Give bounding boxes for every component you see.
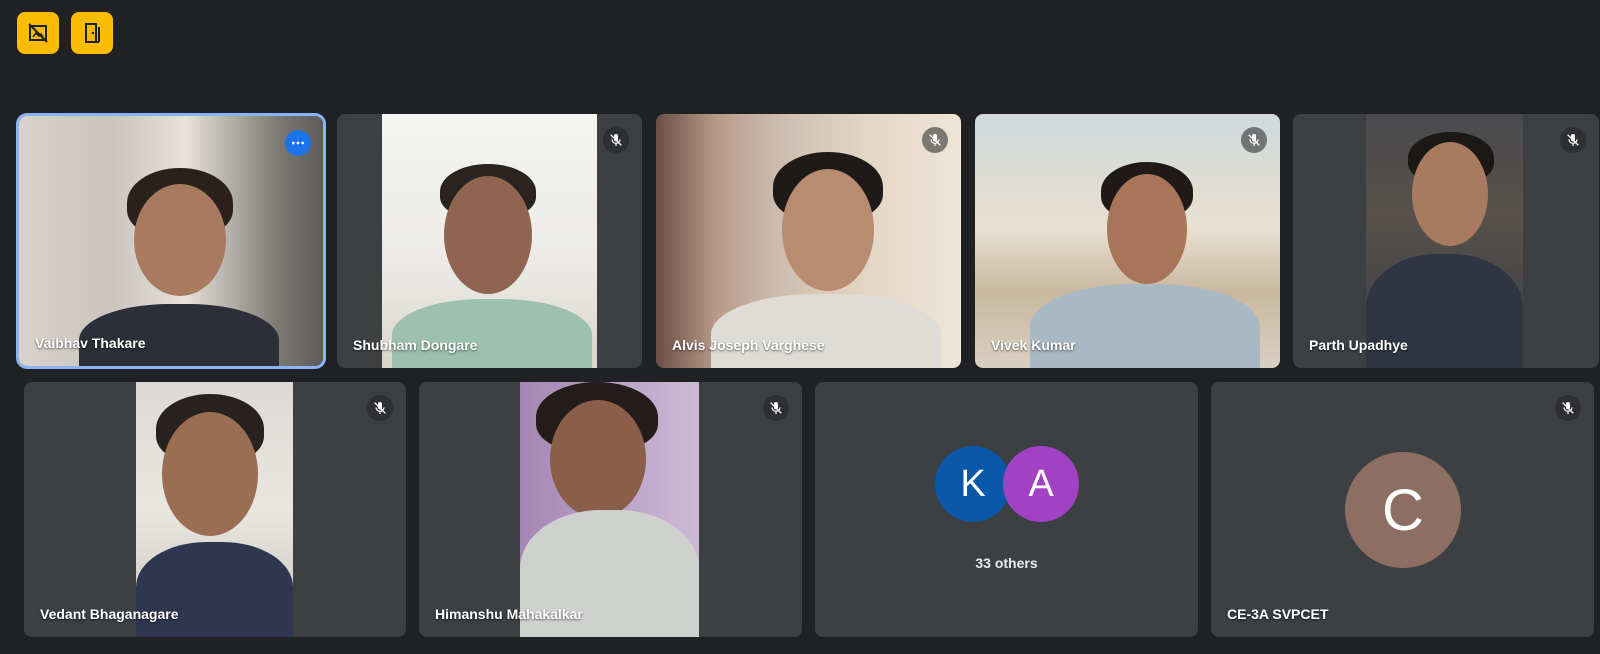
door-exit-icon xyxy=(85,23,100,43)
participant-name: Shubham Dongare xyxy=(353,337,478,353)
background-off-button[interactable] xyxy=(17,12,59,54)
participant-tile-alvis[interactable]: Alvis Joseph Varghese xyxy=(656,114,961,368)
mic-off-indicator xyxy=(1241,127,1267,153)
participant-name: Himanshu Mahakalkar xyxy=(435,606,583,622)
mic-off-icon xyxy=(1567,134,1579,146)
video-feed xyxy=(975,114,1280,368)
participant-name: CE-3A SVPCET xyxy=(1227,606,1329,622)
more-horizontal-icon xyxy=(292,141,304,145)
others-count-label: 33 others xyxy=(975,555,1038,571)
video-feed xyxy=(1366,114,1523,368)
participant-tile-vaibhav[interactable]: Vaibhav Thakare xyxy=(19,116,323,366)
participant-tile-ce3a[interactable]: C CE-3A SVPCET xyxy=(1211,382,1594,637)
mic-off-indicator xyxy=(1560,127,1586,153)
mic-off-icon xyxy=(1562,402,1574,414)
video-feed xyxy=(136,382,293,637)
participant-name: Vaibhav Thakare xyxy=(35,335,146,351)
participant-tile-vivek[interactable]: Vivek Kumar xyxy=(975,114,1280,368)
mic-off-icon xyxy=(610,134,622,146)
mic-off-indicator xyxy=(367,395,393,421)
participant-avatar-k: K xyxy=(935,446,1011,522)
video-feed xyxy=(656,114,961,368)
participant-avatar-a: A xyxy=(1003,446,1079,522)
participant-name: Vedant Bhaganagare xyxy=(40,606,179,622)
participant-name: Parth Upadhye xyxy=(1309,337,1408,353)
participant-tile-shubham[interactable]: Shubham Dongare xyxy=(337,114,642,368)
mic-off-indicator xyxy=(603,127,629,153)
mic-off-icon xyxy=(374,402,386,414)
leave-room-button[interactable] xyxy=(71,12,113,54)
mic-off-icon xyxy=(1248,134,1260,146)
more-options-button[interactable] xyxy=(285,130,311,156)
participant-tile-vedant[interactable]: Vedant Bhaganagare xyxy=(24,382,406,637)
video-feed xyxy=(520,382,699,637)
others-tile[interactable]: K A 33 others xyxy=(815,382,1198,637)
participant-tile-himanshu[interactable]: Himanshu Mahakalkar xyxy=(419,382,802,637)
video-feed xyxy=(19,116,323,366)
mic-off-indicator xyxy=(1555,395,1581,421)
participant-avatar-c: C xyxy=(1345,452,1461,568)
mic-off-indicator xyxy=(763,395,789,421)
no-background-icon xyxy=(28,23,48,43)
mic-off-indicator xyxy=(922,127,948,153)
video-feed xyxy=(382,114,597,368)
participant-name: Alvis Joseph Varghese xyxy=(672,337,825,353)
mic-off-icon xyxy=(929,134,941,146)
mic-off-icon xyxy=(770,402,782,414)
participant-tile-parth[interactable]: Parth Upadhye xyxy=(1293,114,1599,368)
participant-name: Vivek Kumar xyxy=(991,337,1076,353)
